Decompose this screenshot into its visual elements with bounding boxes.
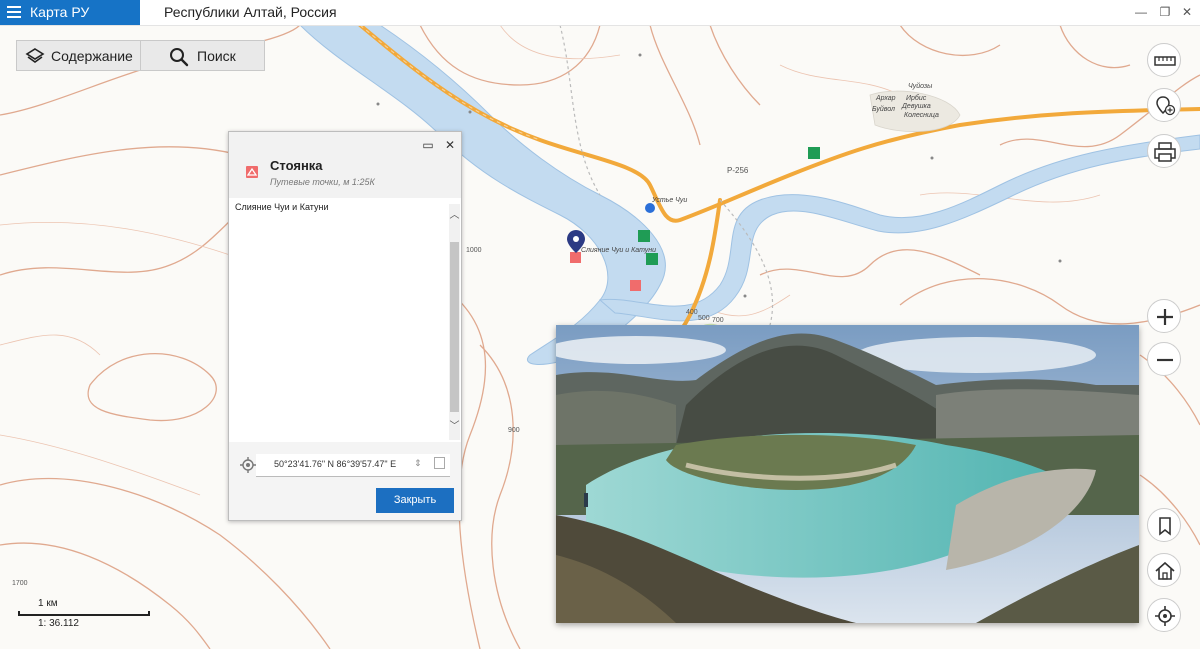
plus-icon [1157,309,1173,325]
scale-bar: 1 км 1: 36.112 [18,597,150,629]
coordinates-value: 50°23'41.76" N 86°39'57.47" E [274,459,397,469]
photo-image [556,325,1139,623]
poi-label-arkhar: Архар [876,95,896,102]
close-popup-icon[interactable]: ✕ [443,138,457,152]
printer-icon [1154,142,1176,162]
scale-distance: 1 км [38,598,58,609]
elevation-label: 1000 [466,247,482,254]
close-button[interactable]: Закрыть [376,488,454,513]
poi-label-buyvol: Буйвол [872,106,895,113]
scale-line [18,611,150,616]
hamburger-icon [7,6,21,18]
elevation-label: 1700 [12,580,28,587]
elevation-label: 900 [508,427,520,434]
close-window-icon[interactable]: ✕ [1178,3,1196,21]
locate-coordinate-icon[interactable] [240,457,256,473]
minus-icon [1157,358,1173,362]
scroll-up-icon[interactable]: ︿ [449,206,460,221]
popup-scroll-thumb[interactable] [450,242,459,412]
maximize-popup-icon[interactable]: ▭ [421,138,435,152]
poi-label-chuyozy: Чуйозы [908,83,933,90]
my-location-button[interactable] [1147,598,1181,632]
zoom-in-button[interactable] [1147,299,1181,333]
ruler-icon [1154,56,1176,66]
layers-icon [25,48,45,63]
bookmark-icon [1159,517,1171,536]
scale-ratio: 1: 36.112 [38,618,79,629]
poi-label-devushka: Девушка [902,103,931,110]
poi-label-kolesnitsa: Колесница [904,112,939,119]
elevation-label: 500 [698,315,710,322]
app-name: Карта РУ [30,4,90,20]
coordinates-field[interactable]: 50°23'41.76" N 86°39'57.47" E ⇕ [256,454,450,477]
app-menu-button[interactable]: Карта РУ [0,0,140,25]
popup-subtitle: Путевые точки, м 1:25К [270,177,375,187]
search-icon [170,48,189,67]
waypoint-photo [556,325,1139,623]
road-label: Р-256 [727,166,749,175]
campsite-icon [246,166,258,178]
contents-button[interactable]: Содержание [16,40,141,71]
contents-label: Содержание [51,48,133,64]
elevation-label: 700 [712,317,724,324]
home-button[interactable] [1147,553,1181,587]
zoom-out-button[interactable] [1147,342,1181,376]
add-place-button[interactable] [1147,88,1181,122]
search-button[interactable]: Поиск [140,40,265,71]
village-label-ust-chui: Устье Чуи [652,197,688,204]
ruler-button[interactable] [1147,43,1181,77]
coordinate-format-icon[interactable]: ⇕ [414,458,422,469]
scroll-down-icon[interactable]: ﹀ [449,417,460,432]
print-button[interactable] [1147,134,1181,168]
waypoint-label: Слияние Чуи и Катуни [581,247,657,254]
popup-description: Слияние Чуи и Катуни [235,202,329,212]
window-title: Республики Алтай, Россия [164,4,337,20]
waypoint-popup: ▭ ✕ Стоянка Путевые точки, м 1:25К Слиян… [228,131,462,521]
gps-icon [1155,606,1175,626]
elevation-label: 400 [686,309,698,316]
restore-icon[interactable]: ❐ [1156,3,1174,21]
popup-title: Стоянка [270,158,323,173]
add-pin-icon [1156,96,1176,116]
title-bar: Карта РУ Республики Алтай, Россия — ❐ ✕ [0,0,1200,26]
poi-label-irbis: Ирбис [906,95,927,102]
search-label: Поиск [197,48,236,64]
home-icon [1155,561,1175,580]
minimize-icon[interactable]: — [1132,3,1150,21]
copy-icon[interactable] [434,457,445,469]
bookmarks-button[interactable] [1147,508,1181,542]
